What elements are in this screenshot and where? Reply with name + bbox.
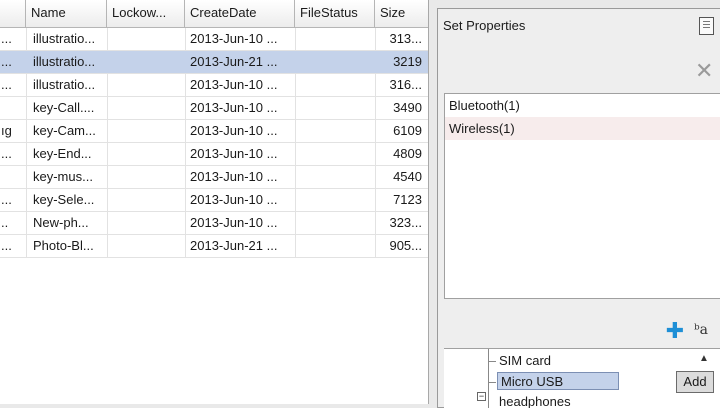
- cell-lockowner: [108, 189, 184, 212]
- cell-size: 3219: [393, 54, 422, 69]
- table-row[interactable]: ... key-Sele... 2013-Jun-10 ... 7123: [0, 189, 428, 212]
- cell-size: 7123: [393, 192, 422, 207]
- row-marker: ...: [1, 31, 12, 46]
- cell-createdate: 2013-Jun-10 ...: [190, 146, 278, 161]
- column-header-marker[interactable]: [0, 0, 26, 28]
- cell-filestatus: [298, 28, 375, 51]
- table-row[interactable]: key-mus... 2013-Jun-10 ... 4540: [0, 166, 428, 189]
- cell-lockowner: [108, 51, 184, 74]
- tree-node-headphones[interactable]: headphones: [499, 393, 571, 408]
- cell-createdate: 2013-Jun-10 ...: [190, 123, 278, 138]
- table-header: Name Lockow... CreateDate FileStatus Siz…: [0, 0, 428, 28]
- sort-alpha-icon[interactable]: ᵇa: [694, 322, 708, 338]
- cell-size: 313...: [389, 31, 422, 46]
- cell-createdate: 2013-Jun-10 ...: [190, 215, 278, 230]
- cell-size: 4540: [393, 169, 422, 184]
- table-row[interactable]: .. New-ph... 2013-Jun-10 ... 323...: [0, 212, 428, 235]
- row-marker: ..: [1, 215, 9, 230]
- table-row[interactable]: ... illustratio... 2013-Jun-10 ... 313...: [0, 28, 428, 51]
- row-marker: ...: [1, 238, 12, 253]
- row-marker: [0, 166, 26, 189]
- cell-size: 905...: [389, 238, 422, 253]
- row-marker: ...: [1, 192, 12, 207]
- row-marker: ...: [1, 146, 12, 161]
- column-header-createdate[interactable]: CreateDate: [185, 0, 295, 28]
- cell-filestatus: [298, 97, 375, 120]
- cell-size: 323...: [389, 215, 422, 230]
- tree-node-sim-card[interactable]: SIM card: [499, 352, 551, 370]
- tree-connector: [488, 382, 496, 383]
- table-row[interactable]: ... illustratio... 2013-Jun-10 ... 316...: [0, 74, 428, 97]
- column-header-size[interactable]: Size: [375, 0, 428, 28]
- cell-filestatus: [298, 235, 375, 258]
- cell-lockowner: [108, 212, 184, 235]
- cell-name: key-End...: [33, 146, 92, 161]
- row-marker: ...: [1, 54, 12, 69]
- property-list: Bluetooth(1) Wireless(1): [444, 93, 720, 299]
- row-marker: [0, 97, 26, 120]
- cell-filestatus: [298, 166, 375, 189]
- cell-name: New-ph...: [33, 215, 89, 230]
- cell-filestatus: [298, 189, 375, 212]
- cell-createdate: 2013-Jun-10 ...: [190, 169, 278, 184]
- cell-lockowner: [108, 97, 184, 120]
- panel-title: Set Properties: [443, 18, 526, 33]
- cell-lockowner: [108, 235, 184, 258]
- cell-size: 316...: [389, 77, 422, 92]
- cell-lockowner: [108, 28, 184, 51]
- column-header-lockowner[interactable]: Lockow...: [107, 0, 185, 28]
- table-row[interactable]: ... key-End... 2013-Jun-10 ... 4809: [0, 143, 428, 166]
- tree-node-micro-usb[interactable]: Micro USB: [497, 372, 619, 390]
- cell-filestatus: [298, 212, 375, 235]
- row-marker: ...: [1, 77, 12, 92]
- list-item[interactable]: Wireless(1): [445, 117, 720, 140]
- add-icon[interactable]: ✚: [665, 320, 685, 342]
- cell-name: Photo-Bl...: [33, 238, 94, 253]
- cell-name: illustratio...: [33, 54, 96, 69]
- cell-filestatus: [298, 51, 375, 74]
- tree-connector: [488, 361, 496, 362]
- cell-lockowner: [108, 120, 184, 143]
- cell-size: 6109: [393, 123, 422, 138]
- table-row[interactable]: ... Photo-Bl... 2013-Jun-21 ... 905...: [0, 235, 428, 258]
- table-row[interactable]: key-Call.... 2013-Jun-10 ... 3490: [0, 97, 428, 120]
- file-table: Name Lockow... CreateDate FileStatus Siz…: [0, 0, 429, 404]
- close-icon[interactable]: ✕: [695, 60, 713, 82]
- table-row[interactable]: ıg key-Cam... 2013-Jun-10 ... 6109: [0, 120, 428, 143]
- cell-size: 3490: [393, 100, 422, 115]
- list-item[interactable]: Bluetooth(1): [445, 94, 720, 117]
- cell-size: 4809: [393, 146, 422, 161]
- cell-name: illustratio...: [33, 77, 96, 92]
- scroll-up-icon[interactable]: ▲: [697, 352, 711, 366]
- tree-collapse-icon[interactable]: −: [477, 392, 486, 401]
- cell-createdate: 2013-Jun-21 ...: [190, 238, 278, 253]
- cell-lockowner: [108, 166, 184, 189]
- cell-name: key-mus...: [33, 169, 93, 184]
- cell-filestatus: [298, 74, 375, 97]
- cell-name: key-Cam...: [33, 123, 96, 138]
- cell-createdate: 2013-Jun-21 ...: [190, 54, 278, 69]
- cell-createdate: 2013-Jun-10 ...: [190, 77, 278, 92]
- column-header-name[interactable]: Name: [26, 0, 107, 28]
- cell-filestatus: [298, 120, 375, 143]
- column-header-filestatus[interactable]: FileStatus: [295, 0, 375, 28]
- document-icon[interactable]: [699, 17, 714, 35]
- cell-name: key-Sele...: [33, 192, 95, 207]
- properties-panel: Set Properties ✕ Bluetooth(1) Wireless(1…: [437, 0, 720, 408]
- table-row[interactable]: ... illustratio... 2013-Jun-21 ... 3219: [0, 51, 428, 74]
- add-button[interactable]: Add: [676, 371, 714, 393]
- cell-lockowner: [108, 74, 184, 97]
- tree-connector: [488, 349, 489, 408]
- row-marker: ıg: [1, 123, 12, 138]
- cell-lockowner: [108, 143, 184, 166]
- cell-name: key-Call....: [33, 100, 95, 115]
- cell-filestatus: [298, 143, 375, 166]
- cell-name: illustratio...: [33, 31, 96, 46]
- cell-createdate: 2013-Jun-10 ...: [190, 31, 278, 46]
- cell-createdate: 2013-Jun-10 ...: [190, 192, 278, 207]
- cell-createdate: 2013-Jun-10 ...: [190, 100, 278, 115]
